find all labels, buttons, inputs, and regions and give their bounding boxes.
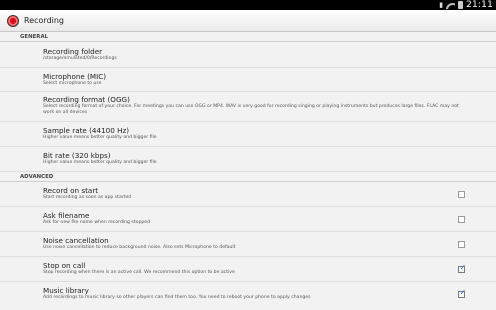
section-header-advanced: ADVANCED bbox=[0, 173, 496, 182]
pref-sample-rate[interactable]: Sample rate (44100 Hz) Higher value mean… bbox=[0, 122, 496, 147]
pref-noise-cancellation[interactable]: Noise cancellation Use noise cancellatio… bbox=[0, 232, 496, 257]
pref-title: Recording format (OGG) bbox=[43, 95, 130, 104]
pref-title: Sample rate (44100 Hz) bbox=[43, 126, 130, 135]
pref-ask-filename[interactable]: Ask filename Ask for new file name when … bbox=[0, 207, 496, 232]
wifi-icon bbox=[446, 2, 456, 9]
section-header-general: GENERAL bbox=[0, 33, 496, 42]
pref-recording-format[interactable]: Recording format (OGG) Select recording … bbox=[0, 92, 496, 122]
pref-title: Bit rate (320 kbps) bbox=[43, 151, 111, 160]
pref-title: Noise cancellation bbox=[43, 236, 109, 245]
pref-microphone[interactable]: Microphone (MIC) Select microphone to us… bbox=[0, 68, 496, 92]
notification-icon: ▮ bbox=[439, 1, 444, 9]
pref-title: Recording folder bbox=[43, 47, 103, 56]
pref-title: Music library bbox=[43, 286, 89, 295]
check-icon: ✓ bbox=[459, 288, 467, 297]
pref-summary: Add recordings to music library so other… bbox=[43, 295, 311, 300]
record-on-start-checkbox[interactable] bbox=[458, 190, 465, 198]
app-record-icon[interactable] bbox=[7, 14, 19, 27]
ask-filename-checkbox[interactable] bbox=[458, 215, 465, 223]
pref-summary: Use noise cancellation to reduce backgro… bbox=[43, 245, 236, 250]
pref-summary: Select microphone to use bbox=[43, 81, 102, 86]
pref-record-on-start[interactable]: Record on start Start recording as soon … bbox=[0, 182, 496, 207]
page-title: Recording bbox=[24, 16, 65, 25]
pref-summary: Stop recording when there is an active c… bbox=[43, 270, 235, 275]
status-icons: ▮ 21:11 bbox=[439, 0, 493, 10]
pref-recording-folder[interactable]: Recording folder /storage/emulated/0/Rec… bbox=[0, 42, 496, 68]
pref-summary: Select recording format of your choice. … bbox=[43, 104, 459, 115]
pref-summary: /storage/emulated/0/Recordings bbox=[43, 56, 117, 61]
music-library-checkbox[interactable]: ✓ bbox=[458, 288, 467, 298]
pref-title: Stop on call bbox=[43, 261, 86, 270]
pref-title: Record on start bbox=[43, 186, 99, 195]
status-bar: ▮ 21:11 bbox=[0, 0, 496, 10]
pref-stop-on-call[interactable]: Stop on call Stop recording when there i… bbox=[0, 257, 496, 282]
check-icon: ✓ bbox=[459, 262, 467, 272]
stop-on-call-checkbox[interactable]: ✓ bbox=[458, 262, 467, 273]
action-bar: Recording bbox=[0, 10, 496, 32]
pref-title: Ask filename bbox=[43, 211, 90, 220]
battery-icon bbox=[458, 1, 464, 9]
pref-music-library[interactable]: Music library Add recordings to music li… bbox=[0, 282, 496, 307]
pref-summary: Ask for new file name when recording sto… bbox=[43, 220, 151, 225]
noise-cancellation-checkbox[interactable] bbox=[458, 240, 465, 248]
preferences-list: GENERAL Recording folder /storage/emulat… bbox=[0, 33, 496, 307]
pref-title: Microphone (MIC) bbox=[43, 72, 107, 81]
pref-summary: Start recording as soon as app started bbox=[43, 195, 132, 200]
pref-summary: Higher value means better quality and bi… bbox=[43, 160, 157, 165]
pref-summary: Higher value means better quality and bi… bbox=[43, 135, 157, 140]
status-clock: 21:11 bbox=[466, 0, 493, 10]
pref-bit-rate[interactable]: Bit rate (320 kbps) Higher value means b… bbox=[0, 147, 496, 172]
